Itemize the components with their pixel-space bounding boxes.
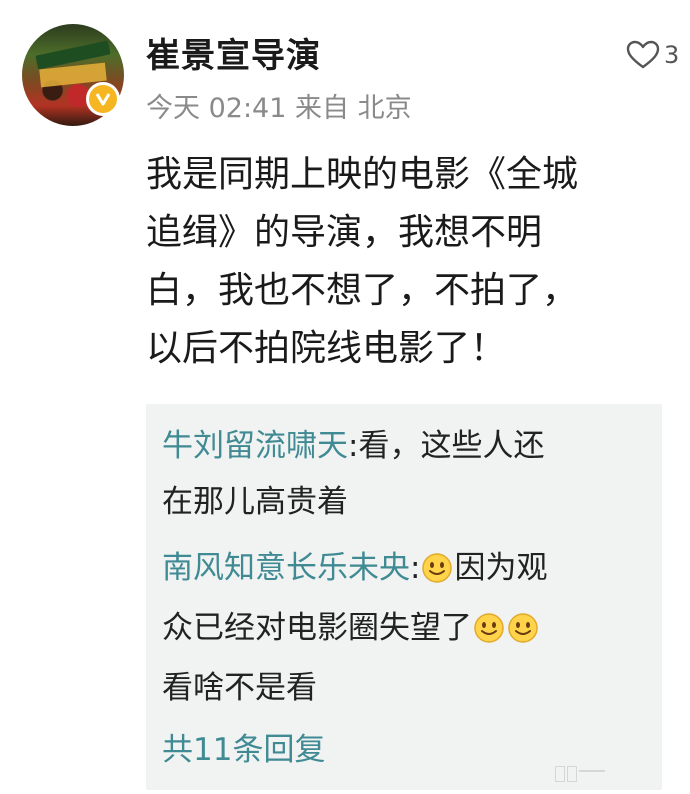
like-button[interactable]: 3 — [626, 40, 679, 70]
content-line: 以后不拍院线电影了！ — [146, 328, 507, 369]
content-line: 我是同期上映的电影《全城 — [146, 154, 579, 195]
username[interactable]: 崔景宣导演 — [146, 28, 321, 77]
post-content: 我是同期上映的电影《全城 追缉》的导演，我想不明 白，我也不想了，不拍了， 以后… — [146, 146, 666, 378]
reply-text: : — [410, 550, 421, 586]
reply-author[interactable]: 牛刘留流啸天 — [162, 428, 348, 464]
reply-author[interactable]: 南风知意长乐未央 — [162, 550, 410, 586]
reply-preview-panel[interactable]: 牛刘留流啸天:看，这些人还 在那儿高贵着 南风知意长乐未央: 因为观 众已经对电影… — [146, 404, 662, 790]
reply-text-line: 看啥不是看 — [162, 670, 317, 706]
watermark-icon — [555, 766, 605, 782]
more-replies-link[interactable]: 共11条回复 — [162, 724, 325, 769]
content-line: 白，我也不想了，不拍了， — [146, 270, 579, 311]
reply-text: 众已经对电影圈失望了 — [162, 610, 472, 646]
content-line: 追缉》的导演，我想不明 — [146, 212, 543, 253]
reply-text: 因为观 — [454, 550, 548, 586]
smile-emoji-icon — [507, 606, 539, 662]
smile-emoji-icon — [473, 606, 505, 662]
post-meta: 今天 02:41 来自 北京 — [146, 86, 412, 125]
reply-item[interactable]: 牛刘留流啸天:看，这些人还 — [162, 418, 544, 474]
reply-text-line: 在那儿高贵着 — [162, 484, 348, 520]
post-source: 来自 北京 — [295, 93, 412, 124]
reply-text-line: 众已经对电影圈失望了 — [162, 600, 540, 662]
heart-icon — [626, 40, 660, 69]
smile-emoji-icon — [421, 546, 453, 602]
post-time: 今天 02:41 — [146, 93, 287, 124]
verified-badge-icon — [86, 82, 120, 116]
reply-text: :看，这些人还 — [348, 428, 545, 464]
like-count: 3 — [664, 41, 680, 69]
reply-item[interactable]: 南风知意长乐未央: 因为观 — [162, 540, 547, 602]
